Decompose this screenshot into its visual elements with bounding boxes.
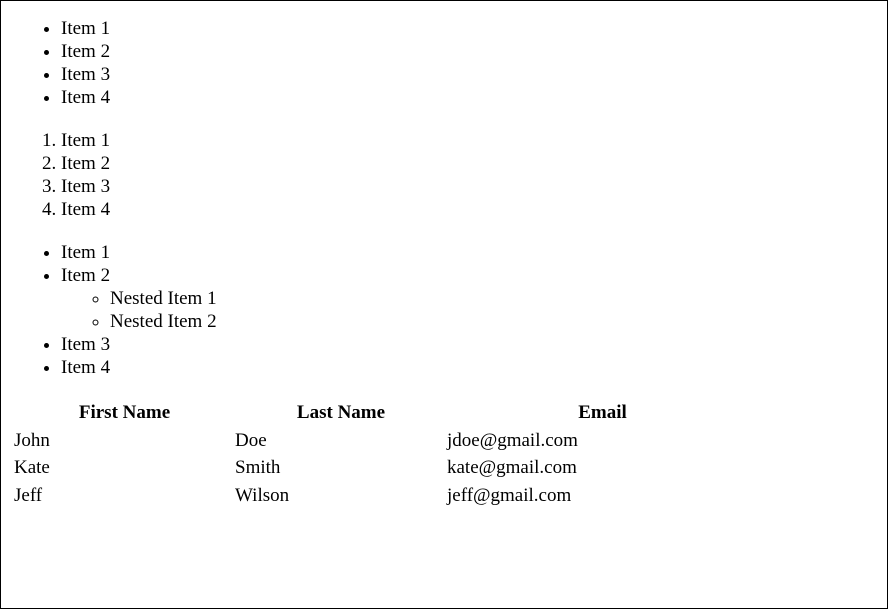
list-item: Item 3 (61, 175, 110, 198)
list-item-label: Item 1 (61, 130, 111, 151)
cell-email: jdoe@gmail.com (447, 429, 578, 451)
list-item-label: Item 3 (61, 176, 111, 197)
cell-last-name: Doe (235, 429, 267, 451)
list-item: Item 3 (61, 63, 110, 86)
sub-list-item: Nested Item 1 (110, 287, 217, 310)
list-item-label: Item 4 (61, 199, 111, 220)
list-item-label: Item 3 (61, 334, 111, 355)
list-item-label: Item 1 (61, 242, 111, 263)
list-item-label: Item 2 (61, 153, 111, 174)
cell-last-name: Smith (235, 457, 281, 479)
list-item: Item 1 (61, 17, 110, 40)
cell-last-name: Wilson (235, 484, 290, 506)
cell-email: kate@gmail.com (447, 457, 577, 479)
list-item-label: Item 1 (61, 18, 111, 39)
nested-list: Item 1 Item 2 Nested Item 1 Nested Item … (1, 241, 217, 379)
list-item-label: Item 4 (61, 357, 111, 378)
table-header-row: First Name Last Name Email (14, 399, 758, 427)
list-item: Item 4 (61, 356, 217, 379)
list-item-label: Item 4 (61, 87, 111, 108)
ordered-list: Item 1 Item 2 Item 3 Item 4 (1, 129, 110, 221)
people-table: First Name Last Name Email John Doe jdoe… (14, 399, 758, 510)
sub-list-item-label: Nested Item 2 (110, 311, 217, 332)
cell-first-name: Kate (14, 457, 50, 479)
list-item: Item 4 (61, 198, 110, 221)
table-row: Jeff Wilson jeff@gmail.com (14, 482, 758, 510)
unordered-list: Item 1 Item 2 Item 3 Item 4 (1, 17, 110, 109)
list-item-label: Item 2 (61, 41, 111, 62)
list-item: Item 2 Nested Item 1 Nested Item 2 (61, 264, 217, 333)
page-frame: Item 1 Item 2 Item 3 Item 4 Item 1 Item … (0, 0, 888, 609)
list-item: Item 1 (61, 241, 217, 264)
list-item-label: Item 2 (61, 265, 111, 286)
list-item: Item 1 (61, 129, 110, 152)
table-row: Kate Smith kate@gmail.com (14, 455, 758, 483)
column-header-first-name: First Name (78, 402, 171, 423)
column-header-last-name: Last Name (296, 402, 386, 423)
sub-list-item: Nested Item 2 (110, 310, 217, 333)
list-item: Item 2 (61, 40, 110, 63)
list-item-label: Item 3 (61, 64, 111, 85)
sub-list: Nested Item 1 Nested Item 2 (61, 287, 217, 333)
list-item: Item 2 (61, 152, 110, 175)
sub-list-item-label: Nested Item 1 (110, 288, 217, 309)
cell-first-name: John (14, 429, 50, 451)
list-item: Item 4 (61, 86, 110, 109)
column-header-email: Email (578, 402, 627, 423)
cell-first-name: Jeff (14, 484, 43, 506)
cell-email: jeff@gmail.com (447, 484, 572, 506)
table-row: John Doe jdoe@gmail.com (14, 427, 758, 455)
list-item: Item 3 (61, 333, 217, 356)
